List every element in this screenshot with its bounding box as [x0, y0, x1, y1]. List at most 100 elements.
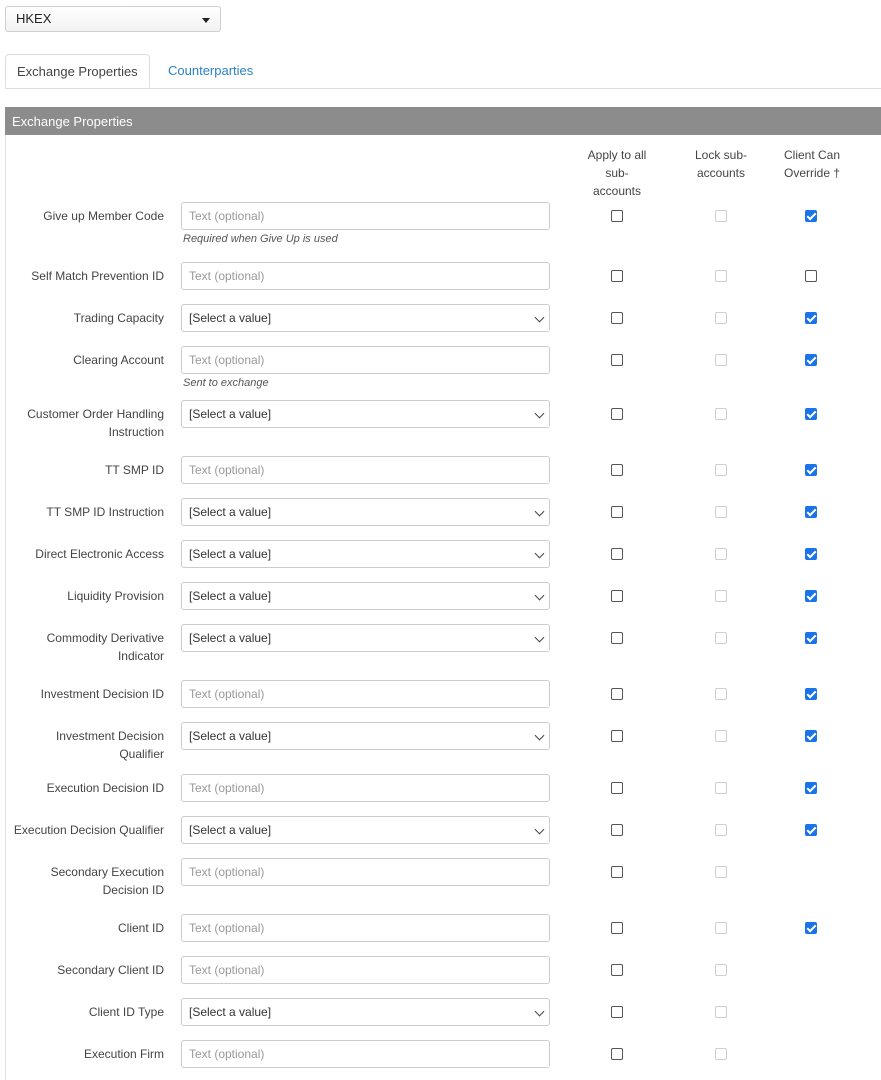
value-select[interactable]: [Select a value]: [181, 816, 550, 844]
text-input[interactable]: Text (optional): [181, 202, 550, 230]
field-label: Direct Electronic Access: [35, 547, 164, 561]
apply-to-all-checkbox[interactable]: [611, 730, 623, 742]
chevron-down-icon: [534, 632, 545, 643]
lock-sub-accounts-checkbox: [715, 506, 727, 518]
lock-sub-accounts-checkbox: [715, 824, 727, 836]
value-select[interactable]: [Select a value]: [181, 400, 550, 428]
client-can-override-checkbox[interactable]: [805, 270, 817, 282]
field-label: Commodity Derivative Indicator: [4, 629, 164, 665]
apply-to-all-checkbox[interactable]: [611, 824, 623, 836]
apply-to-all-checkbox[interactable]: [611, 590, 623, 602]
client-can-override-checkbox[interactable]: [805, 312, 817, 324]
text-input-placeholder: Text (optional): [189, 209, 265, 223]
select-value: [Select a value]: [189, 407, 272, 421]
client-can-override-checkbox[interactable]: [805, 632, 817, 644]
field-label: Client ID: [117, 921, 164, 935]
apply-to-all-checkbox[interactable]: [611, 632, 623, 644]
text-input[interactable]: Text (optional): [181, 1040, 550, 1068]
value-select[interactable]: [Select a value]: [181, 304, 550, 332]
value-select[interactable]: [Select a value]: [181, 998, 550, 1026]
field-label: Self Match Prevention ID: [31, 269, 164, 283]
text-input[interactable]: Text (optional): [181, 456, 550, 484]
value-select[interactable]: [Select a value]: [181, 722, 550, 750]
field-label: Give up Member Code: [43, 209, 164, 223]
field-label: Investment Decision Qualifier: [4, 727, 164, 763]
tab-bar: Exchange Properties Counterparties: [5, 54, 881, 89]
field-label: Trading Capacity: [73, 311, 164, 325]
client-can-override-checkbox[interactable]: [805, 354, 817, 366]
select-value: [Select a value]: [189, 823, 272, 837]
client-can-override-checkbox[interactable]: [805, 730, 817, 742]
client-can-override-checkbox[interactable]: [805, 590, 817, 602]
client-can-override-checkbox[interactable]: [805, 408, 817, 420]
select-value: [Select a value]: [189, 729, 272, 743]
column-header-lock: Lock sub- accounts: [686, 146, 756, 182]
apply-to-all-checkbox[interactable]: [611, 464, 623, 476]
exchange-select[interactable]: HKEX: [5, 6, 221, 32]
value-select[interactable]: [Select a value]: [181, 624, 550, 652]
text-input-placeholder: Text (optional): [189, 269, 265, 283]
lock-sub-accounts-checkbox: [715, 866, 727, 878]
select-value: [Select a value]: [189, 1005, 272, 1019]
apply-to-all-checkbox[interactable]: [611, 922, 623, 934]
column-header-lock-line1: Lock sub-: [694, 148, 748, 162]
text-input[interactable]: Text (optional): [181, 774, 550, 802]
text-input-placeholder: Text (optional): [189, 865, 265, 879]
tab-exchange-properties[interactable]: Exchange Properties: [5, 54, 150, 88]
text-input[interactable]: Text (optional): [181, 858, 550, 886]
text-input-placeholder: Text (optional): [189, 353, 265, 367]
lock-sub-accounts-checkbox: [715, 632, 727, 644]
apply-to-all-checkbox[interactable]: [611, 782, 623, 794]
select-value: [Select a value]: [189, 505, 272, 519]
client-can-override-checkbox[interactable]: [805, 548, 817, 560]
field-label: Clearing Account: [73, 353, 164, 367]
select-value: [Select a value]: [189, 311, 272, 325]
lock-sub-accounts-checkbox: [715, 964, 727, 976]
client-can-override-checkbox[interactable]: [805, 782, 817, 794]
field-label: Execution Firm: [83, 1047, 164, 1061]
value-select[interactable]: [Select a value]: [181, 498, 550, 526]
select-value: [Select a value]: [189, 547, 272, 561]
apply-to-all-checkbox[interactable]: [611, 866, 623, 878]
apply-to-all-checkbox[interactable]: [611, 1006, 623, 1018]
apply-to-all-checkbox[interactable]: [611, 408, 623, 420]
field-label-line2: Instruction: [108, 425, 164, 439]
chevron-down-icon: [534, 824, 545, 835]
apply-to-all-checkbox[interactable]: [611, 312, 623, 324]
apply-to-all-checkbox[interactable]: [611, 688, 623, 700]
client-can-override-checkbox[interactable]: [805, 506, 817, 518]
chevron-down-icon: [534, 730, 545, 741]
chevron-down-icon: [534, 1006, 545, 1017]
field-label: Secondary Execution Decision ID: [4, 863, 164, 899]
apply-to-all-checkbox[interactable]: [611, 270, 623, 282]
apply-to-all-checkbox[interactable]: [611, 506, 623, 518]
apply-to-all-checkbox[interactable]: [611, 354, 623, 366]
field-label: TT SMP ID: [105, 463, 164, 477]
column-header-apply-line2: sub-accounts: [592, 166, 642, 198]
value-select[interactable]: [Select a value]: [181, 540, 550, 568]
text-input[interactable]: Text (optional): [181, 346, 550, 374]
client-can-override-checkbox[interactable]: [805, 824, 817, 836]
client-can-override-checkbox[interactable]: [805, 688, 817, 700]
text-input[interactable]: Text (optional): [181, 262, 550, 290]
field-label: Liquidity Provision: [67, 589, 164, 603]
apply-to-all-checkbox[interactable]: [611, 548, 623, 560]
field-label: Investment Decision ID: [40, 687, 164, 701]
lock-sub-accounts-checkbox: [715, 210, 727, 222]
client-can-override-checkbox[interactable]: [805, 464, 817, 476]
text-input[interactable]: Text (optional): [181, 914, 550, 942]
field-label-line1: Commodity Derivative: [46, 631, 164, 645]
text-input[interactable]: Text (optional): [181, 680, 550, 708]
client-can-override-checkbox[interactable]: [805, 922, 817, 934]
value-select[interactable]: [Select a value]: [181, 582, 550, 610]
text-input-placeholder: Text (optional): [189, 921, 265, 935]
text-input[interactable]: Text (optional): [181, 956, 550, 984]
apply-to-all-checkbox[interactable]: [611, 1048, 623, 1060]
tab-counterparties[interactable]: Counterparties: [157, 54, 264, 88]
text-input-placeholder: Text (optional): [189, 463, 265, 477]
panel-title: Exchange Properties: [5, 107, 881, 135]
field-label-line2: Qualifier: [119, 747, 164, 761]
apply-to-all-checkbox[interactable]: [611, 964, 623, 976]
apply-to-all-checkbox[interactable]: [611, 210, 623, 222]
client-can-override-checkbox[interactable]: [805, 210, 817, 222]
